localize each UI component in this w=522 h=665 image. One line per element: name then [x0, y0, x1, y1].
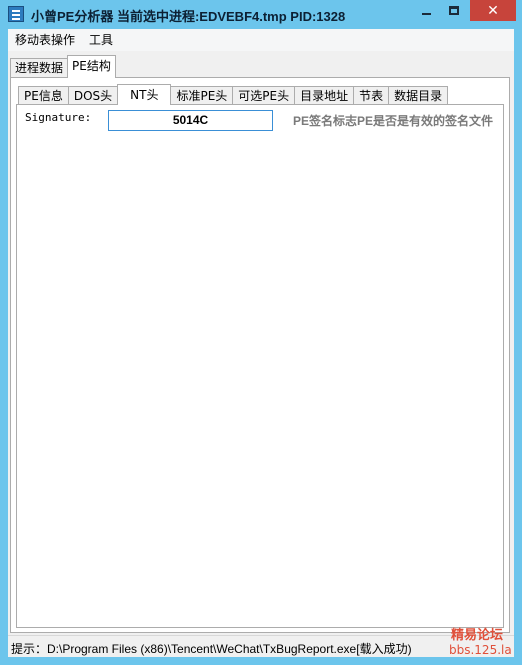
maximize-button[interactable]	[440, 0, 467, 21]
pe-structure-panel: PE信息 DOS头 NT头 标准PE头 可选PE头 目录地址 节表 数据目录 S…	[10, 77, 510, 633]
window-title: 小曾PE分析器 当前选中进程:EDVEBF4.tmp PID:1328	[31, 9, 346, 24]
watermark-forum-name: 精易论坛	[451, 628, 504, 643]
watermark-forum-url: bbs.125.la	[449, 643, 512, 657]
close-button[interactable]: ✕	[470, 0, 516, 21]
status-text: 提示：D:\Program Files (x86)\Tencent\WeChat…	[11, 642, 412, 656]
tab-process-data[interactable]: 进程数据	[10, 58, 69, 78]
client-area: 移动表操作 工具 进程数据 PE结构 PE信息 DOS头 NT头 标准PE头 可…	[8, 29, 514, 657]
status-bar: 提示：D:\Program Files (x86)\Tencent\WeChat…	[8, 635, 514, 657]
minimize-icon	[422, 12, 431, 15]
tab-dos-header[interactable]: DOS头	[67, 86, 119, 105]
minimize-button[interactable]	[413, 0, 440, 21]
app-window: 小曾PE分析器 当前选中进程:EDVEBF4.tmp PID:1328 ✕ 移动…	[0, 0, 522, 665]
tab-nt-header[interactable]: NT头	[117, 84, 172, 105]
signature-field[interactable]: 5014C	[108, 110, 273, 131]
signature-description: PE签名标志PE是否是有效的签名文件	[293, 114, 494, 128]
signature-label: Signature:	[25, 111, 92, 124]
outer-tab-strip: 进程数据 PE结构	[10, 55, 116, 78]
menu-bar: 移动表操作 工具	[8, 29, 514, 51]
tab-pe-info[interactable]: PE信息	[18, 86, 69, 105]
tab-data-directory[interactable]: 数据目录	[388, 86, 449, 105]
tab-pe-structure[interactable]: PE结构	[67, 55, 116, 78]
app-icon	[8, 6, 24, 22]
inner-tab-strip: PE信息 DOS头 NT头 标准PE头 可选PE头 目录地址 节表 数据目录	[18, 83, 449, 105]
tab-optional-pe-header[interactable]: 可选PE头	[232, 86, 296, 105]
nt-header-panel: Signature: 5014C PE签名标志PE是否是有效的签名文件	[16, 104, 504, 628]
tab-directory-address[interactable]: 目录地址	[294, 86, 355, 105]
title-bar[interactable]: 小曾PE分析器 当前选中进程:EDVEBF4.tmp PID:1328 ✕	[0, 0, 522, 29]
tab-section-table[interactable]: 节表	[353, 86, 390, 105]
menu-move-table-ops[interactable]: 移动表操作	[8, 29, 82, 51]
maximize-icon	[448, 6, 459, 15]
menu-tools[interactable]: 工具	[82, 29, 120, 51]
tab-standard-pe-header[interactable]: 标准PE头	[170, 86, 234, 105]
close-icon: ✕	[487, 2, 499, 19]
